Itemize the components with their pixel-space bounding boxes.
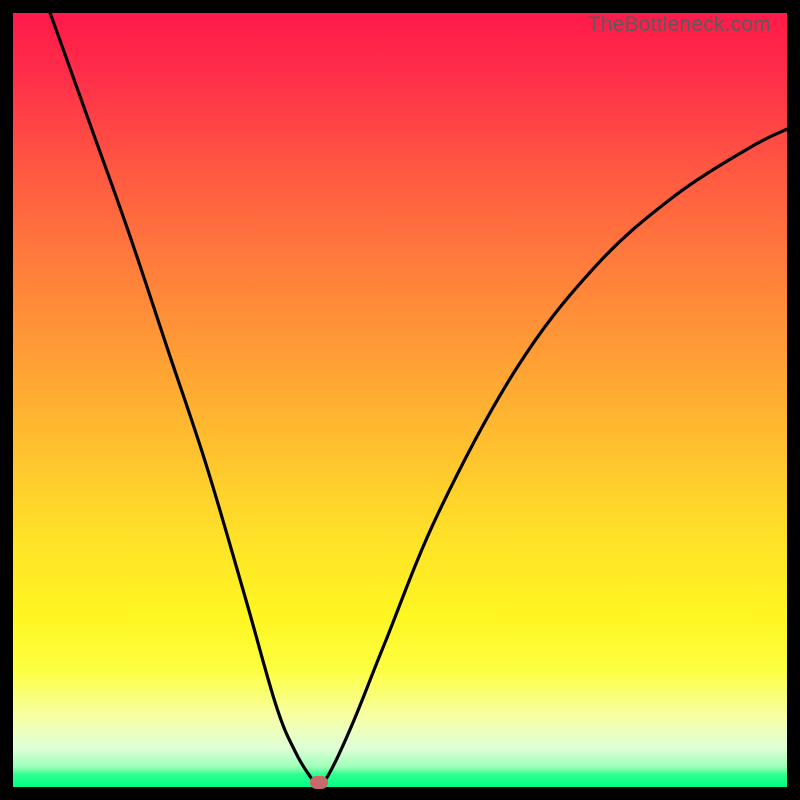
chart-container: TheBottleneck.com (0, 0, 800, 800)
bottleneck-curve (13, 13, 787, 787)
plot-area: TheBottleneck.com (13, 13, 787, 787)
curve-path (50, 13, 787, 786)
optimum-marker (310, 776, 328, 789)
